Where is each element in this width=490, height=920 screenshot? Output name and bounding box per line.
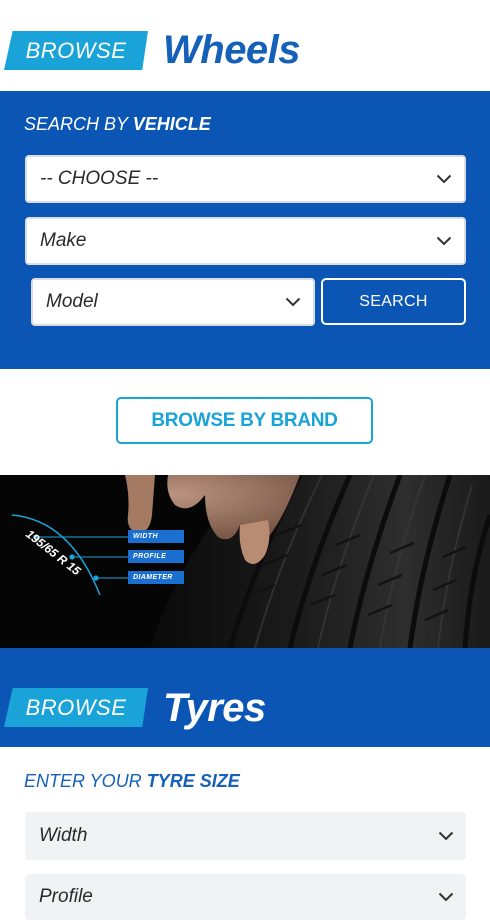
browse-by-brand-button[interactable]: BROWSE BY BRAND	[116, 397, 373, 444]
profile-select[interactable]: Profile	[25, 874, 466, 920]
width-select[interactable]: Width	[25, 812, 466, 860]
chevron-down-icon	[436, 171, 452, 187]
chevron-down-icon	[438, 828, 454, 844]
vehicle-type-value: -- CHOOSE --	[40, 168, 159, 189]
model-select[interactable]: Model	[31, 278, 315, 326]
tyre-hero-image: 195/65 R 15 WIDTH PROFILE DIAMETER	[0, 475, 490, 648]
profile-value: Profile	[39, 886, 93, 907]
profile-label: PROFILE	[128, 550, 184, 563]
tyres-title: Tyres	[163, 686, 266, 730]
heading-prefix: SEARCH BY	[24, 114, 133, 134]
make-value: Make	[40, 230, 87, 251]
heading-emphasis: TYRE SIZE	[146, 771, 240, 791]
vehicle-search-heading: SEARCH BY VEHICLE	[24, 114, 211, 135]
browse-wheels-header: BROWSE Wheels	[0, 0, 490, 91]
make-select[interactable]: Make	[25, 217, 466, 265]
search-button[interactable]: SEARCH	[321, 278, 466, 325]
width-label: WIDTH	[128, 530, 184, 543]
vehicle-search-panel: SEARCH BY VEHICLE -- CHOOSE -- Make Mode…	[0, 91, 490, 369]
browse-tag: BROWSE	[4, 688, 148, 727]
model-value: Model	[46, 291, 98, 312]
tyre-size-heading: ENTER YOUR TYRE SIZE	[24, 771, 240, 792]
browse-tyres-header: BROWSE Tyres	[0, 648, 490, 747]
diameter-label: DIAMETER	[128, 571, 184, 584]
heading-emphasis: VEHICLE	[132, 114, 211, 134]
chevron-down-icon	[438, 889, 454, 905]
browse-tag: BROWSE	[4, 31, 148, 70]
heading-prefix: ENTER YOUR	[24, 771, 147, 791]
chevron-down-icon	[436, 233, 452, 249]
width-value: Width	[39, 825, 88, 846]
wheels-title: Wheels	[163, 28, 301, 72]
tyre-illustration: 195/65 R 15	[0, 475, 490, 648]
chevron-down-icon	[285, 294, 301, 310]
vehicle-type-select[interactable]: -- CHOOSE --	[25, 155, 466, 203]
